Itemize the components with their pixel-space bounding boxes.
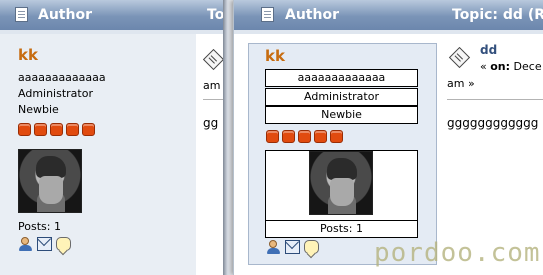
message-body: gggggggggggg	[447, 116, 539, 130]
star-icon	[314, 130, 327, 143]
star-icon	[82, 123, 95, 136]
right-user-text: aaaaaaaaaaaaa	[265, 69, 418, 87]
left-body-fragment: gg	[203, 116, 219, 130]
profile-icon[interactable]	[18, 237, 33, 251]
left-username-link[interactable]: kk	[18, 46, 38, 64]
star-icon	[50, 123, 63, 136]
right-screenshot-panel: Author Topic: dd (Re kk aaaaaaaaaaaaa Ad…	[233, 0, 543, 275]
star-icon	[34, 123, 47, 136]
left-avatar	[18, 149, 82, 213]
left-user-rank: Newbie	[18, 103, 59, 116]
pm-icon[interactable]	[56, 237, 71, 251]
left-screenshot-panel: Author To kk aaaaaaaaaaaaa Administrator…	[0, 0, 223, 275]
left-user-actions	[18, 237, 71, 251]
message-meta: « on: Dece	[480, 60, 542, 73]
right-avatar	[309, 151, 373, 215]
right-user-role: Administrator	[265, 88, 418, 106]
meta-date: Dece	[510, 60, 542, 73]
left-user-role: Administrator	[18, 87, 93, 100]
left-post-count: Posts: 1	[18, 220, 61, 233]
star-icon	[282, 130, 295, 143]
email-icon[interactable]	[285, 240, 300, 254]
email-icon[interactable]	[37, 237, 52, 251]
star-icon	[298, 130, 311, 143]
profile-icon[interactable]	[266, 240, 281, 254]
right-avatar-frame	[265, 150, 418, 221]
left-meta-fragment: am	[203, 79, 221, 92]
document-icon	[15, 7, 28, 22]
star-icon	[18, 123, 31, 136]
right-band	[234, 30, 543, 34]
star-icon	[266, 130, 279, 143]
left-author-header: Author	[38, 7, 92, 23]
right-header-bar: Author Topic: dd (Re	[234, 0, 543, 30]
left-topic-header: To	[207, 7, 223, 23]
left-rank-stars	[18, 123, 95, 136]
right-topic-header: Topic: dd (Re	[452, 7, 543, 23]
meta-prefix: «	[480, 60, 491, 73]
message-meta-line2: am »	[447, 77, 475, 90]
right-divider	[447, 99, 543, 100]
right-author-header: Author	[285, 7, 339, 23]
right-user-actions	[266, 240, 319, 254]
left-divider	[203, 99, 223, 100]
document-icon	[261, 7, 274, 22]
meta-on: on:	[490, 60, 511, 73]
message-icon	[448, 46, 471, 69]
screenshot-separator	[223, 0, 233, 275]
watermark-text: pordoo.com	[374, 238, 541, 268]
right-rank-stars	[266, 130, 343, 143]
star-icon	[330, 130, 343, 143]
star-icon	[66, 123, 79, 136]
right-post-count: Posts: 1	[265, 220, 418, 238]
message-icon	[202, 48, 223, 71]
message-subject-link[interactable]: dd	[480, 43, 497, 57]
pm-icon[interactable]	[304, 240, 319, 254]
left-poster-column: kk aaaaaaaaaaaaa Administrator Newbie Po…	[0, 34, 196, 275]
left-user-text: aaaaaaaaaaaaa	[18, 71, 106, 84]
left-header-bar: Author To	[0, 0, 223, 30]
right-username-link[interactable]: kk	[265, 47, 285, 65]
right-user-rank: Newbie	[265, 106, 418, 124]
right-poster-column: kk aaaaaaaaaaaaa Administrator Newbie Po…	[248, 43, 437, 265]
